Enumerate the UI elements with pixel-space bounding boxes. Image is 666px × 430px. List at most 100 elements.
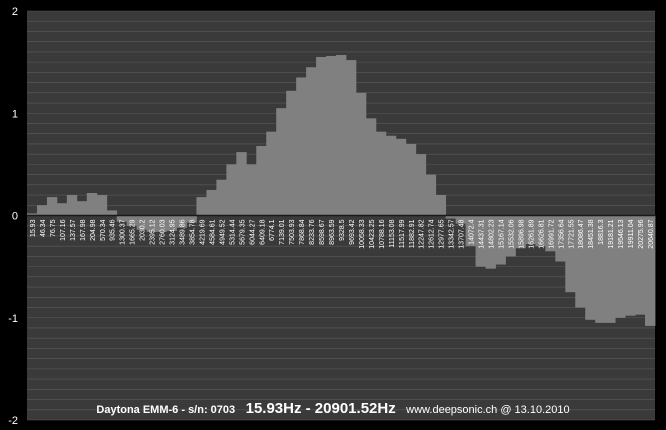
response-bar	[196, 197, 207, 216]
response-bar	[276, 108, 287, 216]
x-tick-label: 16626.81	[538, 219, 545, 248]
response-bar	[336, 54, 347, 216]
x-tick-label: 13342.57	[449, 219, 456, 248]
x-tick-label: 19546.13	[618, 219, 625, 248]
x-tick-label: 7868.84	[299, 219, 306, 244]
x-tick-label: 2030.2	[140, 219, 147, 241]
x-tick-label: 19911.04	[628, 219, 635, 248]
response-bar	[415, 154, 427, 216]
x-tick-label: 4584.61	[209, 219, 216, 244]
x-tick-label: 16261.89	[528, 219, 535, 248]
response-bar	[345, 60, 357, 216]
x-tick-label: 5679.35	[239, 219, 246, 244]
response-bar	[405, 143, 417, 216]
x-tick-label: 15167.14	[498, 219, 505, 248]
x-tick-label: 6044.27	[249, 219, 256, 244]
x-tick-label: 6774.1	[269, 219, 276, 241]
response-bar	[86, 193, 98, 216]
x-tick-label: 11517.99	[399, 219, 406, 248]
response-bar	[106, 210, 118, 216]
x-tick-label: 2760.03	[160, 219, 167, 244]
x-tick-label: 12247.82	[419, 219, 426, 248]
response-bar	[395, 138, 407, 216]
response-bar	[246, 164, 257, 216]
x-tick-label: 12977.65	[439, 219, 446, 248]
x-tick-label: 2395.12	[150, 219, 157, 244]
response-bar	[36, 205, 48, 216]
response-bar	[266, 131, 277, 216]
x-tick-label: 204.98	[90, 219, 97, 241]
response-bar	[226, 164, 237, 216]
x-tick-label: 46.34	[40, 219, 47, 237]
chart-footer: Daytona EMM-6 - s/n: 0703 15.93Hz - 2090…	[0, 400, 666, 418]
x-tick-label: 7503.93	[289, 219, 296, 244]
x-tick-label: 4949.52	[219, 219, 226, 244]
microphone-model-label: Daytona EMM-6 - s/n: 0703	[96, 404, 236, 416]
response-bar	[76, 201, 88, 216]
x-tick-label: 9328.5	[339, 219, 346, 241]
x-tick-label: 15.93	[30, 219, 37, 237]
response-bar	[216, 179, 227, 216]
x-tick-label: 8963.59	[329, 219, 336, 244]
response-bar	[96, 195, 108, 216]
x-tick-label: 12612.74	[429, 219, 436, 248]
x-tick-label: 3489.86	[180, 219, 187, 244]
response-bar	[326, 55, 337, 216]
response-bar	[435, 195, 447, 216]
x-tick-label: 1300.37	[120, 219, 127, 244]
x-tick-label: 10788.16	[379, 219, 386, 248]
x-tick-label: 17356.64	[558, 219, 565, 248]
x-tick-label: 19181.21	[608, 219, 615, 248]
x-tick-label: 14802.23	[489, 219, 496, 248]
response-bar	[316, 57, 327, 216]
x-tick-label: 18816.3	[598, 219, 605, 244]
response-bar	[46, 197, 58, 216]
x-tick-label: 1665.29	[130, 219, 137, 244]
response-bar	[66, 195, 78, 216]
response-bar	[256, 145, 267, 216]
response-bar	[296, 77, 307, 216]
x-tick-label: 10058.33	[359, 219, 366, 248]
x-tick-label: 107.16	[60, 219, 67, 241]
x-tick-label: 167.98	[80, 219, 87, 241]
x-tick-label: 14437.31	[479, 219, 486, 248]
response-bar	[306, 67, 317, 216]
response-bar	[375, 131, 387, 216]
frequency-response-chart: -2-1012 15.93 46.34 76.75 107.16 137.57 167.9…	[0, 0, 666, 430]
y-tick-label: 2	[12, 6, 18, 18]
x-tick-label: 570.34	[100, 219, 107, 241]
x-tick-label: 18451.38	[588, 219, 595, 248]
x-tick-label: 8233.76	[309, 219, 316, 244]
x-tick-label: 14072.4	[469, 219, 476, 244]
x-tick-label: 20640.87	[648, 219, 655, 248]
x-tick-label: 11882.91	[409, 219, 416, 248]
x-tick-label: 3124.95	[170, 219, 177, 244]
y-tick-label: 1	[12, 108, 18, 120]
response-bar	[286, 90, 297, 216]
x-tick-label: 4219.69	[199, 219, 206, 244]
x-tick-label: 11153.08	[389, 219, 396, 247]
x-tick-label: 3854.78	[189, 219, 196, 244]
x-tick-label: 935.46	[110, 219, 117, 241]
x-tick-label: 16991.72	[548, 219, 555, 248]
x-tick-label: 15896.98	[518, 219, 525, 248]
y-tick-label: -1	[8, 313, 18, 325]
x-tick-label: 17721.55	[568, 219, 575, 248]
x-tick-label: 8598.67	[319, 219, 326, 244]
x-tick-label: 6409.18	[259, 219, 266, 244]
x-tick-label: 137.57	[70, 219, 77, 241]
frequency-range-label: 15.93Hz - 20901.52Hz	[245, 400, 396, 417]
response-bar	[236, 152, 247, 216]
response-bar	[206, 189, 217, 216]
x-tick-label: 9693.42	[349, 219, 356, 244]
response-bar	[355, 92, 367, 216]
response-bar	[385, 135, 397, 216]
x-tick-label: 20275.96	[638, 219, 645, 248]
response-bar	[56, 203, 68, 216]
response-bar	[365, 118, 377, 216]
x-tick-label: 5314.44	[229, 219, 236, 244]
website-date-label: www.deepsonic.ch @ 13.10.2010	[406, 404, 570, 416]
x-tick-label: 15532.06	[508, 219, 515, 248]
x-tick-label: 18086.47	[578, 219, 585, 248]
x-tick-label: 10423.25	[369, 219, 376, 248]
